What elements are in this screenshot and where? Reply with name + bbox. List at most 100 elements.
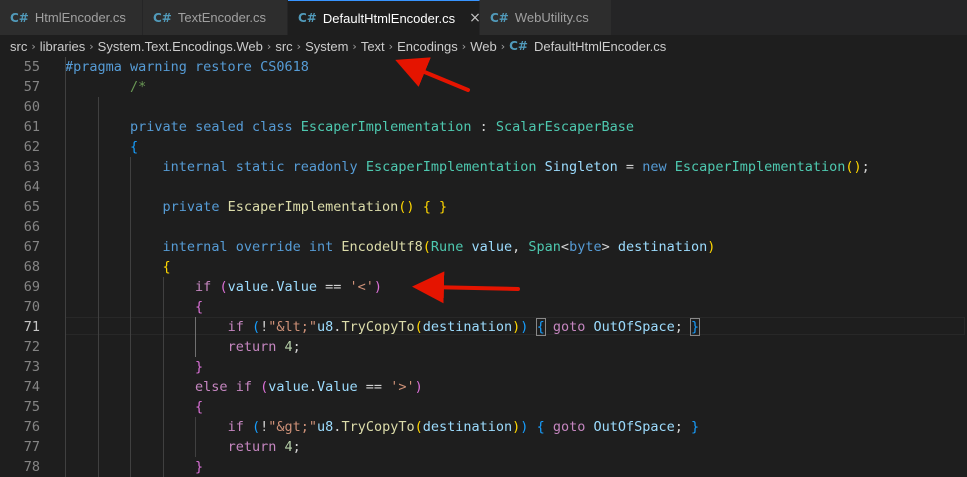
code-line[interactable]: 74 else if (value.Value == '>') [0,377,967,397]
code-line[interactable]: 67 internal override int EncodeUtf8(Rune… [0,237,967,257]
code-line[interactable]: 72 return 4; [0,337,967,357]
tab-webutility[interactable]: C# WebUtility.cs [480,0,612,35]
indent-guide [195,317,196,357]
code-token: == [317,279,350,295]
code-token: private [162,199,220,215]
code-token: ) [707,239,716,255]
line-number: 71 [23,319,40,335]
line-number: 68 [23,259,40,275]
code-text: else if (value.Value == '>') [65,377,423,397]
code-line[interactable]: 75 { [0,397,967,417]
code-line[interactable]: 68 { [0,257,967,277]
code-line[interactable]: 62 { [0,137,967,157]
breadcrumb-item[interactable]: libraries [40,39,86,54]
code-token: . [308,379,318,395]
tab-label: DefaultHtmlEncoder.cs [322,10,456,26]
indent-guide [195,417,196,457]
code-line[interactable]: 55 #pragma warning restore CS0618 [0,57,967,77]
breadcrumb-file[interactable]: DefaultHtmlEncoder.cs [534,39,666,54]
code-line[interactable]: 66 [0,217,967,237]
code-token: TryCopyTo [341,319,415,335]
line-number: 61 [23,119,40,135]
code-token: destination [422,419,513,435]
code-token: Singleton [544,159,618,175]
code-text: private EscaperImplementation() { } [65,197,448,217]
code-line[interactable]: 71 if (!"&lt;"u8.TryCopyTo(destination))… [0,317,967,337]
code-token: = [617,159,643,175]
indent-guide [65,57,66,477]
code-editor[interactable]: 55 #pragma warning restore CS0618 57 /* 60 6… [0,57,967,477]
code-token: { [536,419,545,435]
code-token: EscaperImplementation [227,199,399,215]
tab-htmlencoder[interactable]: C# HtmlEncoder.cs [0,0,143,35]
code-text: } [65,457,203,477]
csharp-file-icon: C# [10,10,29,25]
tab-defaulthtmlencoder[interactable]: C# DefaultHtmlEncoder.cs × [288,0,481,35]
code-token: destination [617,239,708,255]
code-line[interactable]: 57 /* [0,77,967,97]
code-text: /* [65,77,146,97]
code-token: int [308,239,334,255]
breadcrumb-item[interactable]: System [305,39,348,54]
breadcrumb-item[interactable]: src [275,39,292,54]
breadcrumb-item[interactable]: Text [361,39,385,54]
code-line[interactable]: 60 [0,97,967,117]
code-line[interactable]: 76 if (!"&gt;"u8.TryCopyTo(destination))… [0,417,967,437]
tab-label: TextEncoder.cs [177,10,267,25]
code-text: internal override int EncodeUtf8(Rune va… [65,237,716,257]
code-token: ( [414,419,423,435]
csharp-file-icon: C# [153,10,172,25]
code-line[interactable]: 73 } [0,357,967,377]
code-line[interactable]: 70 { [0,297,967,317]
code-token: () [398,199,415,215]
code-token: internal [162,239,228,255]
chevron-right-icon: › [296,39,302,53]
code-line[interactable]: 77 return 4; [0,437,967,457]
code-text: return 4; [65,437,301,457]
code-token: if [227,319,244,335]
code-line[interactable]: 69 if (value.Value == '<') [0,277,967,297]
code-text: if (value.Value == '<') [65,277,382,297]
tab-textencoder[interactable]: C# TextEncoder.cs [143,0,288,35]
code-text: { [65,397,203,417]
code-token: if [195,279,212,295]
code-text: if (!"&lt;"u8.TryCopyTo(destination)) { … [65,317,701,337]
line-number: 70 [23,299,40,315]
code-line[interactable]: 78 } [0,457,967,477]
code-line[interactable]: 65 private EscaperImplementation() { } [0,197,967,217]
code-text: } [65,357,203,377]
code-token: value [471,239,513,255]
breadcrumb-item[interactable]: System.Text.Encodings.Web [98,39,263,54]
code-token: "&gt;" [268,419,318,435]
code-text: { [65,137,138,157]
breadcrumb-item[interactable]: Encodings [397,39,458,54]
line-number: 67 [23,239,40,255]
line-number: 73 [23,359,40,375]
code-token: u8 [317,419,334,435]
chevron-right-icon: › [31,39,36,53]
code-token: EscaperImplementation [674,159,846,175]
code-line[interactable]: 63 internal static readonly EscaperImple… [0,157,967,177]
line-number: 64 [23,179,40,195]
code-token: { [195,299,204,315]
breadcrumb-item[interactable]: Web [470,39,497,54]
code-line[interactable]: 64 [0,177,967,197]
code-token: destination [422,319,513,335]
code-token: : [471,119,496,135]
breadcrumb-item[interactable]: src [10,39,27,54]
code-token: u8 [317,319,334,335]
code-text: #pragma warning restore CS0618 [65,57,309,77]
code-token: ( [422,239,431,255]
code-line[interactable]: 61 private sealed class EscaperImplement… [0,117,967,137]
